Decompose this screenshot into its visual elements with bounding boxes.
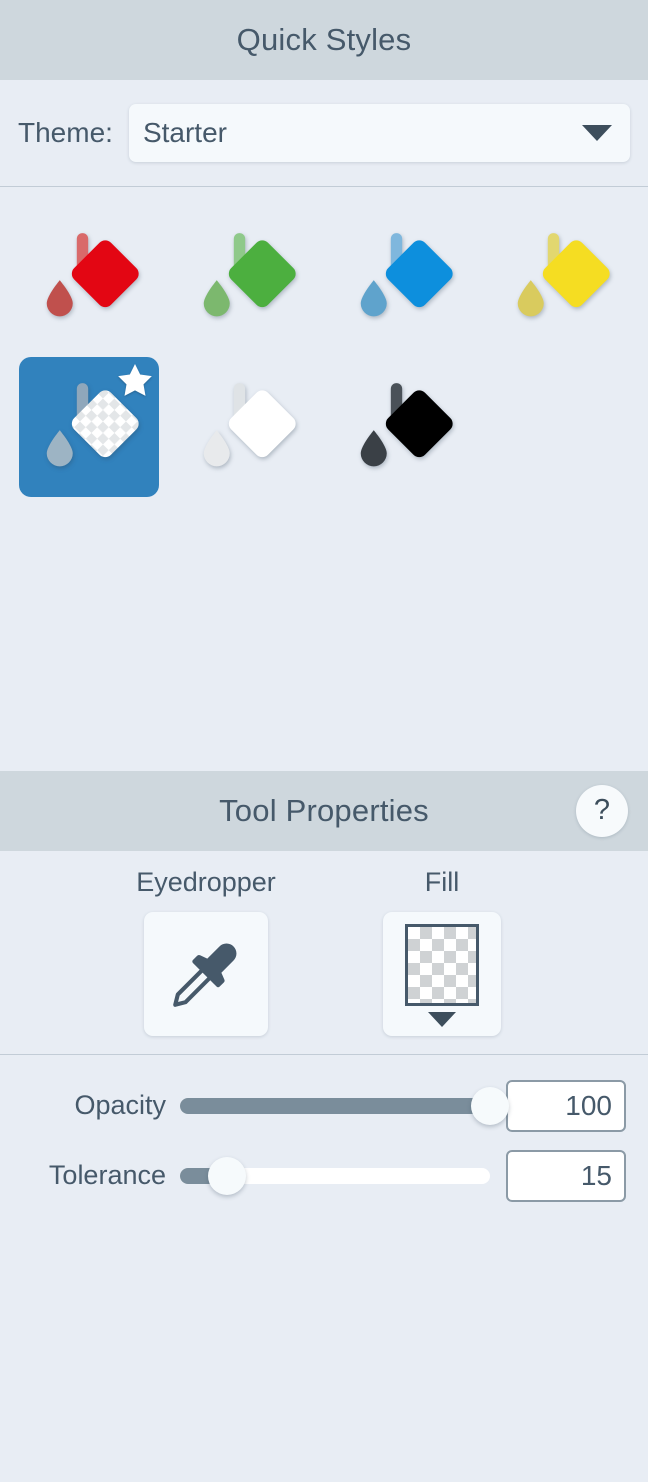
paint-bucket-icon [517,233,610,317]
swatch-selected-frame [18,357,159,497]
swatch-transparent[interactable] [10,355,167,499]
slider-value-input-tolerance[interactable]: 15 [506,1149,626,1202]
theme-select[interactable]: Starter [128,104,630,162]
theme-label: Theme: [18,117,113,148]
paint-bucket-icon [360,233,453,317]
tool-fill: Fill [324,867,560,1036]
swatch-yellow[interactable] [481,205,638,349]
help-button[interactable]: ? [576,784,628,837]
chevron-down-icon [428,1011,456,1027]
swatch-black[interactable] [324,355,481,499]
fill-color-button[interactable] [383,911,501,1036]
tool-fill-label: Fill [424,866,460,897]
swatch-frame [176,207,316,347]
tools-row: Eyedropper Fill [0,851,648,1054]
tool-properties-title: Tool Properties [219,792,429,828]
slider-label-opacity: Opacity [74,1090,166,1120]
swatch-frame [333,207,473,347]
slider-thumb-tolerance[interactable] [207,1156,246,1195]
swatch-frame [490,207,630,347]
sliders-section: Opacity 100 Tolerance 15 [0,1055,648,1211]
panel-empty-space [0,1211,648,1482]
slider-opacity[interactable] [180,1086,509,1126]
eyedropper-button[interactable] [144,911,268,1036]
swatch-green[interactable] [167,205,324,349]
tool-panel: Quick Styles Theme: Starter Tool Propert… [0,0,648,1482]
eyedropper-icon [173,943,237,1007]
paint-bucket-icon [203,383,296,467]
quick-styles-header: Quick Styles [0,0,648,80]
slider-label-tolerance: Tolerance [48,1160,166,1190]
paint-bucket-icon [360,383,453,467]
swatch-area [0,187,648,771]
paint-bucket-icon [203,233,296,317]
theme-select-value: Starter [142,117,227,148]
swatch-frame [176,357,316,497]
slider-row-tolerance: Tolerance 15 [0,1141,648,1211]
question-mark-icon: ? [593,794,611,826]
star-icon [115,361,155,401]
tool-properties-header: Tool Properties ? [0,770,648,851]
theme-row: Theme: Starter [0,80,648,186]
swatch-white[interactable] [167,355,324,499]
checker-swatch-icon [405,923,479,1006]
swatch-red[interactable] [10,205,167,349]
paint-bucket-icon [46,233,139,317]
tool-eyedropper: Eyedropper [88,867,324,1036]
slider-row-opacity: Opacity 100 [0,1071,648,1141]
slider-tolerance[interactable] [180,1156,490,1196]
tool-eyedropper-label: Eyedropper [136,866,276,897]
swatch-frame [19,207,159,347]
slider-value-input-opacity[interactable]: 100 [506,1079,626,1132]
swatch-grid [10,205,638,499]
slider-fill [180,1097,490,1114]
swatch-frame [333,357,473,497]
swatch-blue[interactable] [324,205,481,349]
chevron-down-icon [582,125,612,141]
slider-thumb-opacity[interactable] [471,1086,509,1125]
page-title: Quick Styles [236,22,412,57]
